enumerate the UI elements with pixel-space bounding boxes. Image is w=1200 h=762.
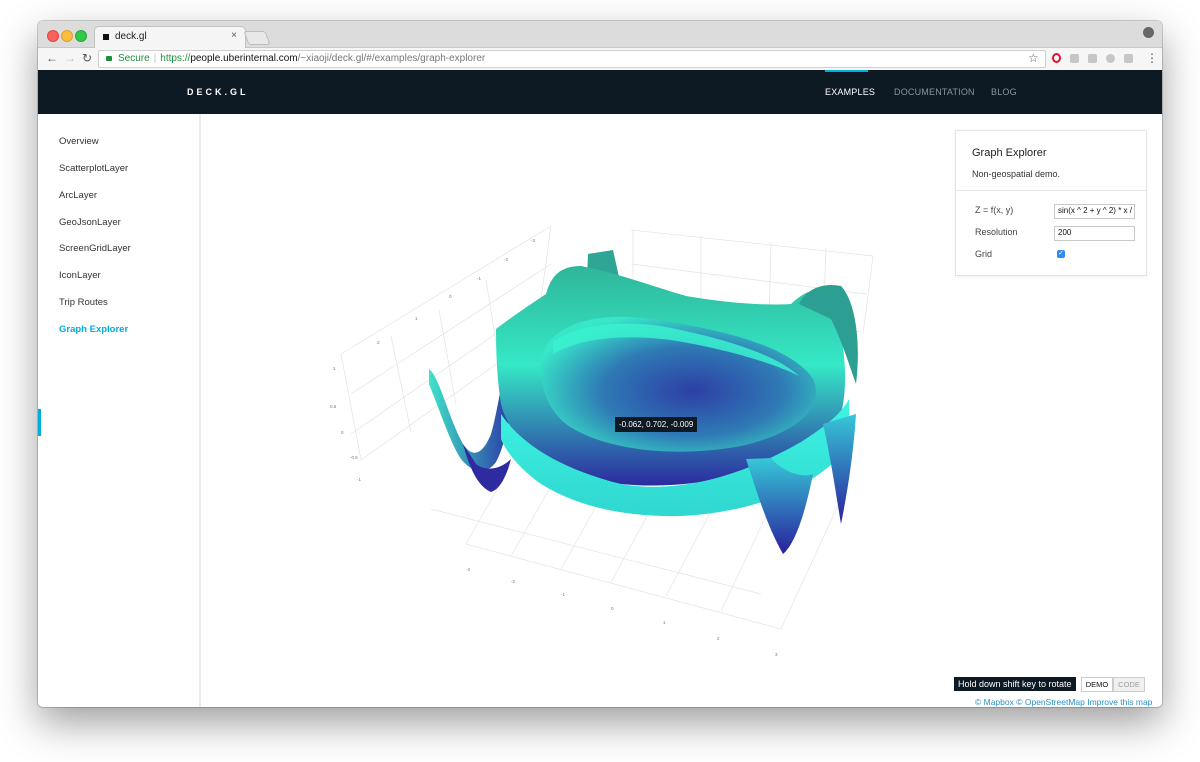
resolution-label: Resolution bbox=[975, 227, 1018, 237]
nav-examples[interactable]: EXAMPLES bbox=[825, 87, 875, 97]
tick-front-4: 1 bbox=[663, 620, 666, 625]
rotate-hint: Hold down shift key to rotate bbox=[954, 677, 1076, 691]
tick-front-0: -3 bbox=[466, 567, 470, 572]
resolution-input[interactable]: 200 bbox=[1054, 226, 1135, 241]
sidebar-item-scatterplotlayer[interactable]: ScatterplotLayer bbox=[59, 163, 128, 174]
grid-label: Grid bbox=[975, 249, 993, 259]
tab-close-icon[interactable]: × bbox=[231, 30, 237, 41]
new-tab-button[interactable] bbox=[243, 31, 271, 45]
url-scheme: https:// bbox=[160, 53, 191, 64]
brand-logo[interactable]: DECK.GL bbox=[187, 87, 249, 97]
hover-tooltip: -0.062, 0.702, -0.009 bbox=[615, 417, 698, 432]
tick-front-5: 2 bbox=[717, 636, 720, 641]
tick-z-4: -1 bbox=[357, 477, 361, 482]
axis-ticks-z: 1 0.5 0 -0.5 -1 bbox=[330, 366, 361, 482]
control-panel: Graph Explorer Non-geospatial demo. Z = … bbox=[955, 130, 1147, 276]
sidebar-item-graph-explorer[interactable]: Graph Explorer bbox=[59, 324, 128, 335]
active-sidebar-marker bbox=[38, 409, 41, 436]
site-header: DECK.GL EXAMPLES DOCUMENTATION BLOG bbox=[38, 70, 1162, 114]
sidebar-item-arclayer[interactable]: ArcLayer bbox=[59, 190, 97, 201]
drive-extension-icon[interactable] bbox=[1088, 54, 1097, 63]
tick-back-5: 2 bbox=[377, 340, 380, 345]
opera-extension-icon[interactable] bbox=[1052, 53, 1061, 63]
tick-z-3: -0.5 bbox=[350, 455, 358, 460]
back-arrow-icon[interactable]: ← bbox=[46, 51, 58, 65]
lock-icon bbox=[106, 56, 112, 61]
browser-toolbar: ← → ↻ Secure | https://people.uberinternal… bbox=[38, 48, 1162, 71]
forward-arrow-icon[interactable]: → bbox=[64, 51, 76, 65]
bookmark-star-icon[interactable]: ☆ bbox=[1028, 51, 1039, 65]
chat-extension-icon[interactable] bbox=[1070, 54, 1079, 63]
tab-title: deck.gl bbox=[115, 31, 147, 42]
tick-front-3: 0 bbox=[611, 606, 614, 611]
browser-titlebar: deck.gl × bbox=[38, 21, 1162, 49]
tick-back-3: 0 bbox=[449, 294, 452, 299]
profile-icon[interactable] bbox=[1143, 27, 1154, 38]
function-label: Z = f(x, y) bbox=[975, 205, 1014, 215]
minimize-window-button[interactable] bbox=[61, 30, 73, 42]
browser-window: deck.gl × ← → ↻ Secure | https://people.ub… bbox=[38, 21, 1162, 707]
sidebar: Overview ScatterplotLayer ArcLayer GeoJs… bbox=[38, 114, 201, 707]
nav-blog[interactable]: BLOG bbox=[991, 87, 1017, 97]
tick-front-1: -2 bbox=[511, 579, 515, 584]
address-bar[interactable]: Secure | https://people.uberinternal.com/~… bbox=[98, 50, 1046, 68]
tick-front-6: 3 bbox=[775, 652, 778, 657]
sidebar-item-geojsonlayer[interactable]: GeoJsonLayer bbox=[59, 217, 121, 228]
url-path: /~xiaoji/deck.gl/#/examples/graph-explor… bbox=[297, 53, 486, 64]
demo-button[interactable]: DEMO bbox=[1081, 677, 1113, 692]
url-host: people.uberinternal.com bbox=[190, 53, 298, 64]
tick-back-1: -2 bbox=[504, 257, 508, 262]
panel-divider bbox=[956, 190, 1146, 191]
browser-tab[interactable]: deck.gl × bbox=[94, 26, 246, 49]
favicon-icon bbox=[103, 34, 109, 40]
axis-ticks-front: -3 -2 -1 0 1 2 3 bbox=[466, 567, 778, 657]
square-extension-icon[interactable] bbox=[1124, 54, 1133, 63]
tick-back-2: -1 bbox=[477, 276, 481, 281]
active-nav-indicator bbox=[825, 70, 868, 72]
tick-z-2: 0 bbox=[341, 430, 344, 435]
function-input[interactable]: sin(x ^ 2 + y ^ 2) * x / bbox=[1054, 204, 1135, 219]
grid-checkbox[interactable]: ✓ bbox=[1057, 250, 1065, 258]
nav-documentation[interactable]: DOCUMENTATION bbox=[894, 87, 975, 97]
sidebar-item-screengridlayer[interactable]: ScreenGridLayer bbox=[59, 243, 131, 254]
tick-back-4: 1 bbox=[415, 316, 418, 321]
map-attribution[interactable]: © Mapbox © OpenStreetMap Improve this ma… bbox=[975, 697, 1152, 707]
close-window-button[interactable] bbox=[47, 30, 59, 42]
tick-z-1: 0.5 bbox=[330, 404, 337, 409]
tick-back-0: -3 bbox=[531, 238, 535, 243]
surface-mesh bbox=[429, 250, 858, 554]
secure-label: Secure bbox=[118, 53, 150, 64]
tick-z-0: 1 bbox=[333, 366, 336, 371]
maximize-window-button[interactable] bbox=[75, 30, 87, 42]
browser-menu-icon[interactable]: ⋮ bbox=[1146, 51, 1158, 65]
sidebar-item-trip-routes[interactable]: Trip Routes bbox=[59, 297, 108, 308]
panel-description: Non-geospatial demo. bbox=[972, 169, 1061, 179]
code-button[interactable]: CODE bbox=[1113, 677, 1145, 692]
url-separator: | bbox=[153, 53, 157, 64]
tick-front-2: -1 bbox=[561, 592, 565, 597]
circle-extension-icon[interactable] bbox=[1106, 54, 1115, 63]
sidebar-item-overview[interactable]: Overview bbox=[59, 136, 99, 147]
reload-icon[interactable]: ↻ bbox=[82, 51, 92, 65]
sidebar-item-iconlayer[interactable]: IconLayer bbox=[59, 270, 101, 281]
panel-title: Graph Explorer bbox=[972, 147, 1047, 159]
